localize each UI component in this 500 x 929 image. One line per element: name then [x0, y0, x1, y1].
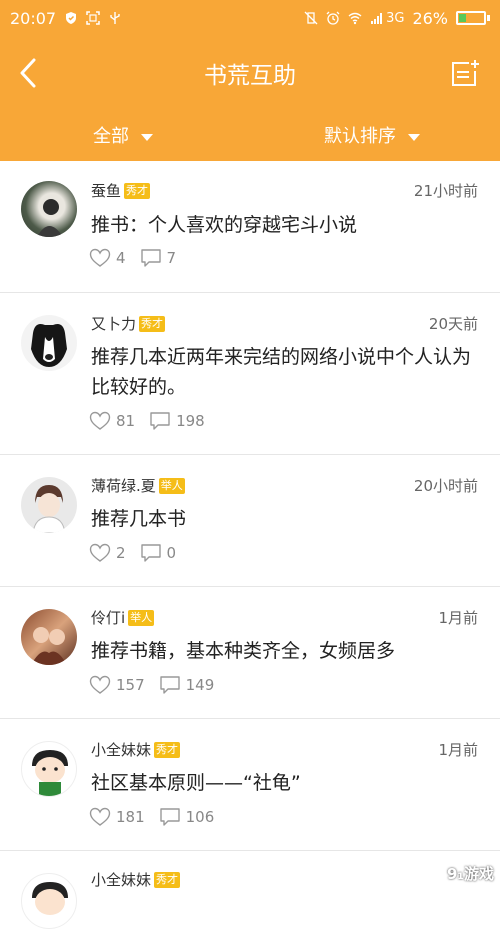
vibrate-off-icon — [304, 11, 318, 25]
post-item[interactable]: 蚕鱼秀才 21小时前 推书：个人喜欢的穿越宅斗小说 4 7 — [0, 161, 500, 293]
post-title[interactable]: 推荐几本书 — [91, 504, 480, 534]
rank-badge: 秀才 — [154, 872, 180, 888]
heart-icon — [89, 543, 111, 563]
like-button[interactable]: 2 — [89, 543, 126, 563]
post-title[interactable]: 推荐几本近两年来完结的网络小说中个人认为比较好的。 — [91, 342, 480, 402]
comment-button[interactable]: 106 — [159, 807, 215, 827]
post-list: 蚕鱼秀才 21小时前 推书：个人喜欢的穿越宅斗小说 4 7 又卜力秀才 20天前… — [0, 161, 500, 911]
alarm-icon — [326, 11, 340, 25]
category-filter[interactable]: 全部 — [93, 122, 153, 148]
compose-post-icon[interactable] — [450, 58, 480, 88]
app-bar: 书荒互助 — [0, 36, 500, 110]
post-item[interactable]: 小全妹妹秀才 1月前 社区基本原则——“社龟” 181 106 — [0, 719, 500, 851]
username[interactable]: 小全妹妹 — [91, 869, 151, 890]
wifi-icon — [348, 11, 362, 25]
rank-badge: 举人 — [128, 610, 154, 626]
usb-icon — [108, 11, 122, 25]
post-item[interactable]: 薄荷绿.夏举人 20小时前 推荐几本书 2 0 — [0, 455, 500, 587]
avatar[interactable] — [21, 609, 77, 665]
heart-icon — [89, 411, 111, 431]
comment-count: 7 — [167, 249, 177, 267]
status-time: 20:07 — [10, 9, 56, 28]
signal-icon — [370, 11, 384, 25]
rank-badge: 秀才 — [154, 742, 180, 758]
post-time: 20天前 — [429, 313, 478, 334]
network-type: 3G — [386, 11, 404, 26]
comment-icon — [159, 675, 181, 695]
category-filter-label: 全部 — [93, 122, 129, 148]
comment-icon — [149, 411, 171, 431]
comment-count: 0 — [167, 544, 177, 562]
comment-count: 149 — [186, 676, 215, 694]
like-count: 181 — [116, 808, 145, 826]
like-button[interactable]: 157 — [89, 675, 145, 695]
like-button[interactable]: 81 — [89, 411, 135, 431]
like-count: 4 — [116, 249, 126, 267]
username[interactable]: 又卜力 — [91, 313, 136, 334]
like-count: 81 — [116, 412, 135, 430]
like-count: 157 — [116, 676, 145, 694]
like-button[interactable]: 4 — [89, 248, 126, 268]
avatar[interactable] — [21, 873, 77, 929]
filter-bar: 全部 默认排序 — [0, 110, 500, 161]
comment-button[interactable]: 7 — [140, 248, 177, 268]
comment-button[interactable]: 198 — [149, 411, 205, 431]
rank-badge: 秀才 — [124, 183, 150, 199]
sort-filter[interactable]: 默认排序 — [324, 122, 420, 148]
comment-icon — [159, 807, 181, 827]
sort-filter-label: 默认排序 — [324, 122, 396, 148]
username[interactable]: 蚕鱼 — [91, 180, 121, 201]
heart-icon — [89, 675, 111, 695]
battery-icon — [456, 11, 490, 25]
username[interactable]: 伶仃i — [91, 607, 125, 628]
avatar[interactable] — [21, 315, 77, 371]
battery-percent: 26% — [412, 9, 448, 28]
screenshot-icon — [86, 11, 100, 25]
chevron-down-icon — [408, 134, 420, 141]
page-title: 书荒互助 — [0, 56, 500, 90]
rank-badge: 举人 — [159, 478, 185, 494]
avatar[interactable] — [21, 477, 77, 533]
post-title[interactable]: 推荐书籍，基本种类齐全，女频居多 — [91, 636, 480, 666]
rank-badge: 秀才 — [139, 316, 165, 332]
post-item[interactable]: 又卜力秀才 20天前 推荐几本近两年来完结的网络小说中个人认为比较好的。 81 … — [0, 293, 500, 455]
like-count: 2 — [116, 544, 126, 562]
post-item[interactable]: 伶仃i举人 1月前 推荐书籍，基本种类齐全，女频居多 157 149 — [0, 587, 500, 719]
post-time: 1月前 — [438, 607, 478, 628]
comment-button[interactable]: 149 — [159, 675, 215, 695]
comment-count: 106 — [186, 808, 215, 826]
username[interactable]: 小全妹妹 — [91, 739, 151, 760]
comment-count: 198 — [176, 412, 205, 430]
post-item[interactable]: 小全妹妹秀才 — [0, 851, 500, 911]
comment-icon — [140, 543, 162, 563]
status-bar: 20:07 3G 26% — [0, 0, 500, 36]
username[interactable]: 薄荷绿.夏 — [91, 475, 156, 496]
post-time: 20小时前 — [414, 475, 478, 496]
watermark-logo: 9₁游戏 — [447, 863, 494, 884]
comment-button[interactable]: 0 — [140, 543, 177, 563]
post-time: 1月前 — [438, 739, 478, 760]
comment-icon — [140, 248, 162, 268]
heart-icon — [89, 248, 111, 268]
like-button[interactable]: 181 — [89, 807, 145, 827]
avatar[interactable] — [21, 741, 77, 797]
avatar[interactable] — [21, 181, 77, 237]
post-time: 21小时前 — [414, 180, 478, 201]
post-title[interactable]: 社区基本原则——“社龟” — [91, 768, 480, 798]
chevron-down-icon — [141, 134, 153, 141]
post-title[interactable]: 推书：个人喜欢的穿越宅斗小说 — [91, 210, 480, 240]
heart-icon — [89, 807, 111, 827]
shield-icon — [64, 11, 78, 25]
